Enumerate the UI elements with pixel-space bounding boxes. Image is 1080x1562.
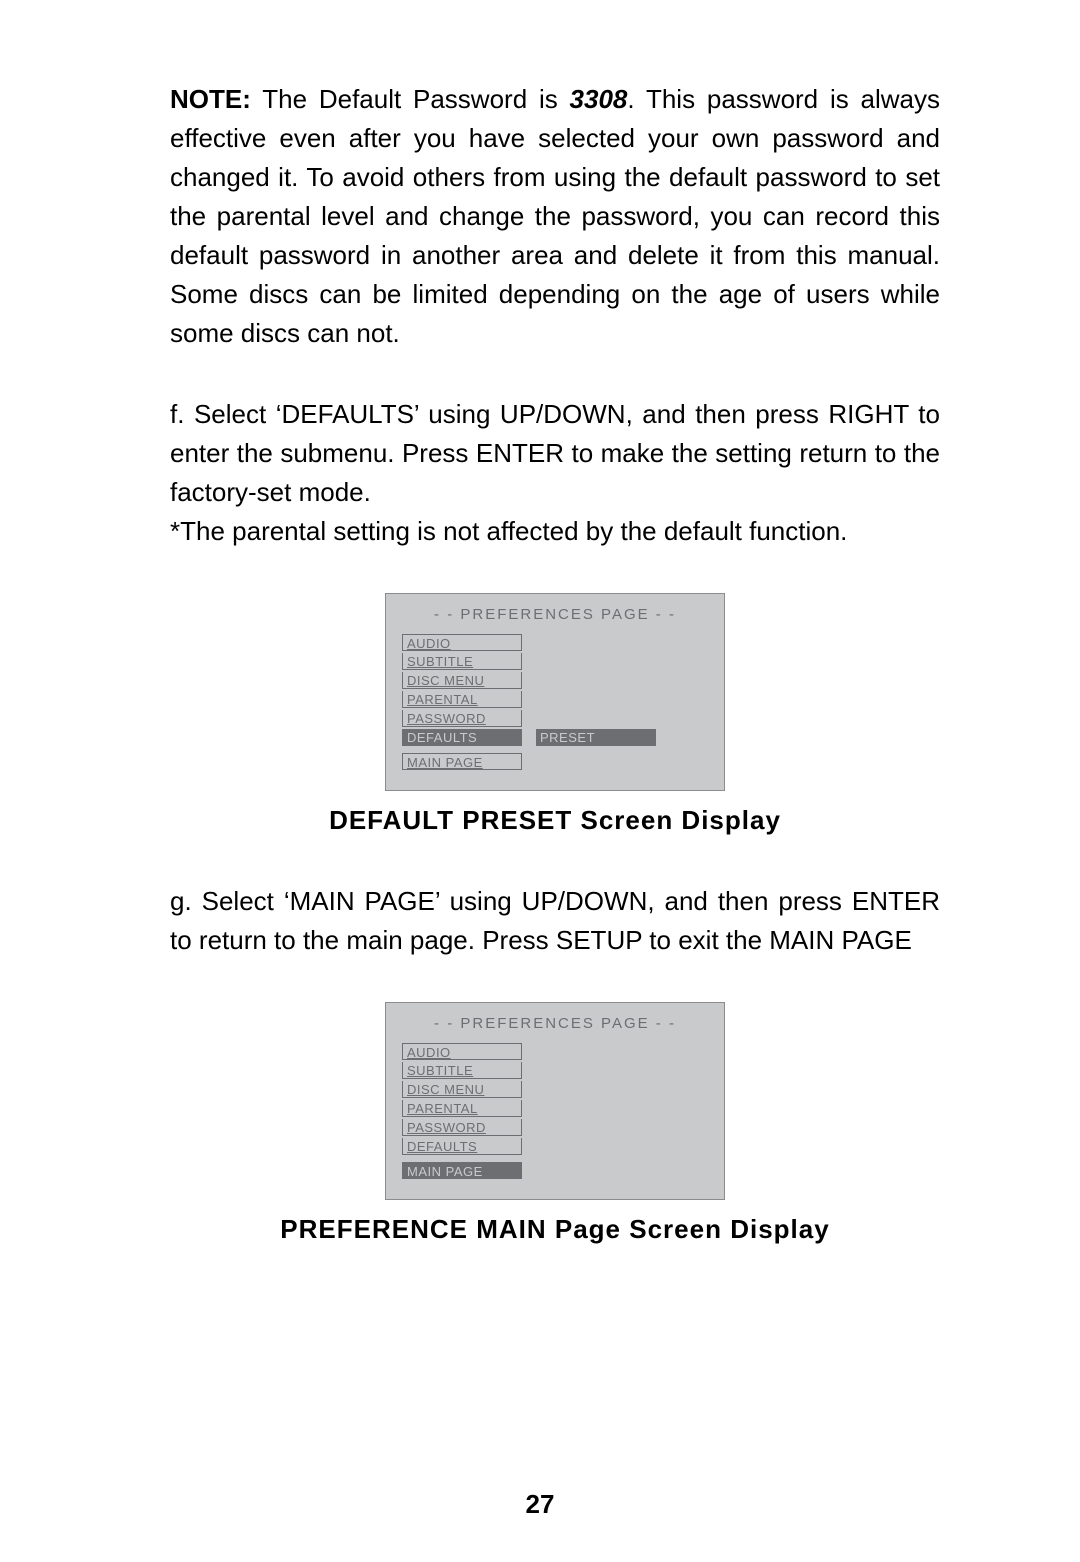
note-text-before: The Default Password is [251, 84, 570, 114]
osd-row: DEFAULTS [402, 1137, 708, 1156]
caption-1: DEFAULT PRESET Screen Display [329, 805, 781, 836]
default-password: 3308 [570, 84, 628, 114]
osd-row: DISC MENU [402, 1080, 708, 1099]
osd-row: PASSWORD [402, 1118, 708, 1137]
osd-row: MAIN PAGE [402, 747, 708, 766]
osd-item-main-page: MAIN PAGE [402, 1162, 522, 1179]
osd-row: MAIN PAGE [402, 1156, 708, 1175]
osd-row: PASSWORD [402, 709, 708, 728]
osd-item-main-page: MAIN PAGE [402, 753, 522, 770]
osd1-title: - - PREFERENCES PAGE - - [402, 606, 708, 623]
osd1-menu: AUDIOSUBTITLEDISC MENUPARENTALPASSWORDDE… [402, 633, 708, 766]
osd-item-subtitle: SUBTITLE [402, 653, 522, 670]
osd-item-password: PASSWORD [402, 1119, 522, 1136]
osd-row: SUBTITLE [402, 1061, 708, 1080]
osd-item-disc-menu: DISC MENU [402, 1081, 522, 1098]
osd-row: SUBTITLE [402, 652, 708, 671]
osd-value: PRESET [536, 729, 656, 746]
step-g-paragraph: g. Select ‘MAIN PAGE’ using UP/DOWN, and… [170, 882, 940, 960]
osd-row: AUDIO [402, 1042, 708, 1061]
osd-item-parental: PARENTAL [402, 1100, 522, 1117]
note-paragraph: NOTE: The Default Password is 3308. This… [170, 80, 940, 353]
preferences-osd-1: - - PREFERENCES PAGE - - AUDIO SUBTITLE DI… [385, 593, 725, 791]
osd-row: DISC MENU [402, 671, 708, 690]
osd-row: AUDIO [402, 633, 708, 652]
osd-item-defaults: DEFAULTS [402, 729, 522, 746]
osd2-title: - - PREFERENCES PAGE - - [402, 1015, 708, 1032]
osd-item-parental: PARENTAL [402, 691, 522, 708]
osd-row: PARENTAL [402, 690, 708, 709]
note-text-after: . This password is always effective even… [170, 84, 940, 348]
osd-item-password: PASSWORD [402, 710, 522, 727]
osd-row: PARENTAL [402, 1099, 708, 1118]
osd2-menu: AUDIO SUBTITLE DISC MENU PARENTAL PASSWORD DE… [402, 1042, 708, 1175]
preferences-osd-2: - - PREFERENCES PAGE - - AUDIO SUBTITLE DI… [385, 1002, 725, 1200]
osd-screenshot-1: - - PREFERENCES PAGE - - AUDIO SUBTITLE DI… [170, 593, 940, 860]
osd-row: DEFAULTS PRESET [402, 728, 708, 747]
osd-screenshot-2: - - PREFERENCES PAGE - - AUDIO SUBTITLE DI… [170, 1002, 940, 1269]
caption-2: PREFERENCE MAIN Page Screen Display [280, 1214, 829, 1245]
osd-item-subtitle: SUBTITLE [402, 1062, 522, 1079]
note-label: NOTE: [170, 84, 251, 114]
osd-item-audio: AUDIO [402, 634, 522, 651]
step-f-paragraph: f. Select ‘DEFAULTS’ using UP/DOWN, and … [170, 395, 940, 551]
osd-item-audio: AUDIO [402, 1043, 522, 1060]
osd-item-disc-menu: DISC MENU [402, 672, 522, 689]
page-number: 27 [0, 1489, 1080, 1520]
manual-page: NOTE: The Default Password is 3308. This… [0, 0, 1080, 1562]
osd-item-defaults: DEFAULTS [402, 1138, 522, 1155]
